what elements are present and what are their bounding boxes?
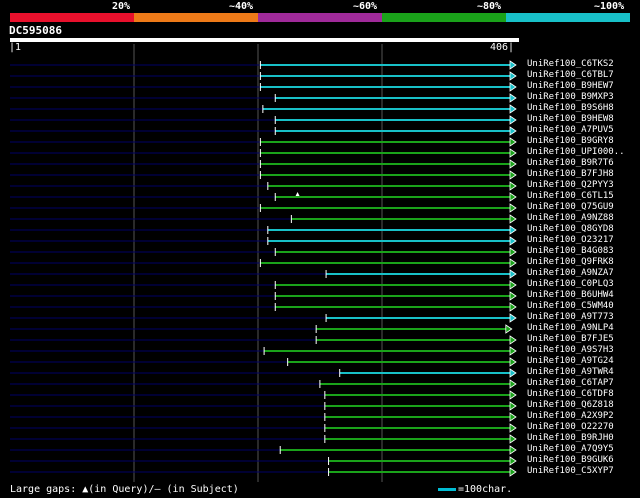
alignment-end-arrow [509, 126, 517, 136]
hit-label[interactable]: UniRef100_B9HEW7 [527, 81, 640, 92]
hit-label[interactable]: UniRef100_C6TDF8 [527, 389, 640, 400]
alignment-end-arrow [509, 313, 517, 323]
alignment-end-arrow [509, 456, 517, 466]
hit-label[interactable]: UniRef100_A9TG24 [527, 356, 640, 367]
alignment-end-arrow [509, 214, 517, 224]
hit-label[interactable]: UniRef100_B9GRY8 [527, 136, 640, 147]
alignment-end-arrow [509, 82, 517, 92]
hit-label[interactable]: UniRef100_Q9FRK8 [527, 257, 640, 268]
hit-label[interactable]: UniRef100_Q2PYY3 [527, 180, 640, 191]
alignment-end-arrow [509, 192, 517, 202]
hit-label[interactable]: UniRef100_B7FJH8 [527, 169, 640, 180]
query-gap-marker [295, 192, 300, 196]
hit-label[interactable]: UniRef100_A9S7H3 [527, 345, 640, 356]
alignment-end-arrow [509, 170, 517, 180]
alignment-end-arrow [509, 445, 517, 455]
alignment-end-arrow [509, 291, 517, 301]
alignment-end-arrow [509, 346, 517, 356]
hit-label[interactable]: UniRef100_C0PLQ3 [527, 279, 640, 290]
hit-label[interactable]: UniRef100_C6TAP7 [527, 378, 640, 389]
scale-legend: =100char. [438, 484, 512, 496]
hit-label[interactable]: UniRef100_Q75GU9 [527, 202, 640, 213]
alignment-end-arrow [509, 236, 517, 246]
alignment-end-arrow [509, 379, 517, 389]
alignment-end-arrow [509, 357, 517, 367]
alignment-end-arrow [509, 159, 517, 169]
footer-gaps-legend: Large gaps: ▲(in Query)/― (in Subject) [10, 484, 239, 495]
hit-label[interactable]: UniRef100_B9R7T6 [527, 158, 640, 169]
alignment-end-arrow [509, 412, 517, 422]
alignment-end-arrow [509, 269, 517, 279]
hit-label[interactable]: UniRef100_C6TKS2 [527, 59, 640, 70]
alignment-end-arrow [509, 390, 517, 400]
alignment-end-arrow [509, 280, 517, 290]
hit-label[interactable]: UniRef100_B9MXP3 [527, 92, 640, 103]
hit-label[interactable]: UniRef100_Q8GYD8 [527, 224, 640, 235]
hit-label[interactable]: UniRef100_B7FJE5 [527, 334, 640, 345]
hit-label[interactable]: UniRef100_A7PUV5 [527, 125, 640, 136]
hit-label[interactable]: UniRef100_A9TWR4 [527, 367, 640, 378]
alignment-end-arrow [509, 93, 517, 103]
alignment-end-arrow [509, 137, 517, 147]
alignment-end-arrow [505, 324, 513, 334]
hit-label[interactable]: UniRef100_B9S6H8 [527, 103, 640, 114]
hit-label[interactable]: UniRef100_A9NZA7 [527, 268, 640, 279]
hit-label[interactable]: UniRef100_B9HEW8 [527, 114, 640, 125]
alignment-end-arrow [509, 115, 517, 125]
hit-label[interactable]: UniRef100_O23217 [527, 235, 640, 246]
alignment-end-arrow [509, 368, 517, 378]
hit-label[interactable]: UniRef100_C5XYP7 [527, 466, 640, 477]
alignment-end-arrow [509, 423, 517, 433]
alignment-end-arrow [509, 148, 517, 158]
alignment-end-arrow [509, 401, 517, 411]
alignment-end-arrow [509, 434, 517, 444]
hit-label[interactable]: UniRef100_C6TL15 [527, 191, 640, 202]
alignment-end-arrow [509, 225, 517, 235]
alignment-end-arrow [509, 181, 517, 191]
hit-label[interactable]: UniRef100_B6UHW4 [527, 290, 640, 301]
alignment-end-arrow [509, 258, 517, 268]
alignment-end-arrow [509, 335, 517, 345]
hit-label[interactable]: UniRef100_B4G083 [527, 246, 640, 257]
hit-label[interactable]: UniRef100_B9GUK6 [527, 455, 640, 466]
alignment-end-arrow [509, 302, 517, 312]
alignment-end-arrow [509, 71, 517, 81]
hit-label[interactable]: UniRef100_UPI000.. [527, 147, 640, 158]
scale-text: =100char. [458, 484, 513, 495]
alignment-end-arrow [509, 247, 517, 257]
alignment-end-arrow [509, 467, 517, 477]
hit-label[interactable]: UniRef100_B9RJH0 [527, 433, 640, 444]
scale-swatch [438, 487, 456, 491]
alignment-end-arrow [509, 104, 517, 114]
hit-label[interactable]: UniRef100_A2X9P2 [527, 411, 640, 422]
hit-label[interactable]: UniRef100_A9T773 [527, 312, 640, 323]
hit-label[interactable]: UniRef100_O22270 [527, 422, 640, 433]
hit-list: UniRef100_C6TKS2 UniRef100_C6TBL7 UniRef10… [527, 59, 640, 477]
hit-label[interactable]: UniRef100_A9NLP4 [527, 323, 640, 334]
hit-label[interactable]: UniRef100_Q6Z818 [527, 400, 640, 411]
hit-label[interactable]: UniRef100_A9NZ88 [527, 213, 640, 224]
alignment-end-arrow [509, 60, 517, 70]
alignment-end-arrow [509, 203, 517, 213]
hit-label[interactable]: UniRef100_C5WM40 [527, 301, 640, 312]
hit-label[interactable]: UniRef100_C6TBL7 [527, 70, 640, 81]
hit-label[interactable]: UniRef100_A7Q9Y5 [527, 444, 640, 455]
